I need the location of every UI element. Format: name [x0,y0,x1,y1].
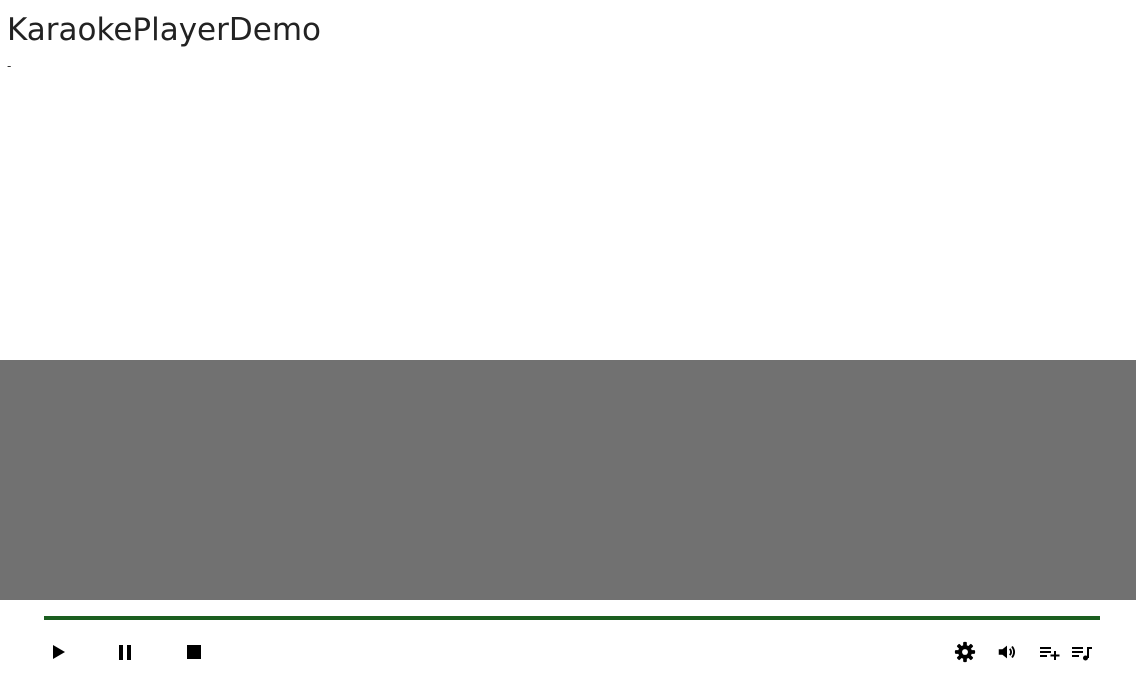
stop-icon [187,645,201,659]
play-button[interactable] [44,638,72,666]
progress-fill [44,616,1100,620]
pause-button[interactable] [111,638,139,666]
play-icon [53,645,65,659]
volume-button[interactable] [993,638,1021,666]
page-title: KaraokePlayerDemo [7,12,321,48]
progress-bar[interactable] [44,616,1100,620]
playlist-music-icon [1072,647,1092,661]
playlist-add-icon [1040,647,1060,660]
playlist-button[interactable] [1068,638,1096,666]
playlist-add-button[interactable] [1036,638,1064,666]
lyrics-line: - [7,59,12,73]
pause-icon [119,645,131,660]
stop-button[interactable] [180,638,208,666]
video-stage[interactable] [0,360,1136,600]
volume-icon [998,645,1016,659]
settings-button[interactable] [951,638,979,666]
karaoke-player-page: KaraokePlayerDemo - [0,0,1136,690]
gear-icon [954,641,976,663]
